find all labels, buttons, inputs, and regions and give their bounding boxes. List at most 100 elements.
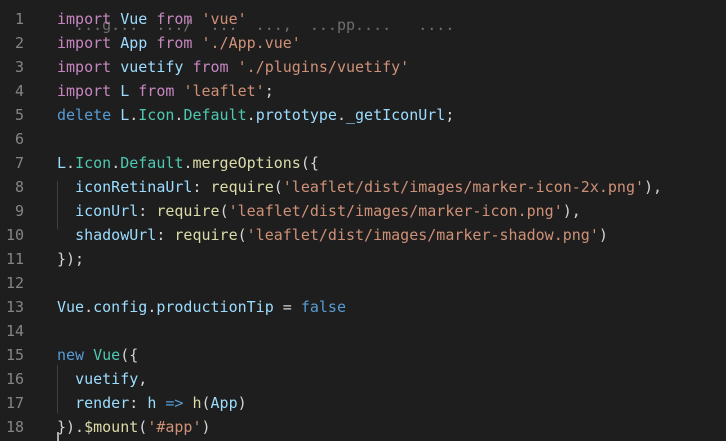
code-line[interactable]: 13 Vue.config.productionTip = false (0, 295, 726, 319)
code-token: ( (138, 418, 148, 436)
code-text[interactable]: Vue.config.productionTip = false (57, 295, 346, 319)
code-token: Icon (138, 106, 175, 124)
code-text[interactable]: import vuetify from './plugins/vuetify' (57, 55, 409, 79)
code-token: ; (264, 82, 274, 100)
line-number: 8 (14, 178, 24, 196)
code-text[interactable]: iconUrl: require('leaflet/dist/images/ma… (57, 199, 581, 223)
code-token: : (156, 226, 175, 244)
code-token: from (192, 58, 229, 76)
line-number: 17 (5, 394, 24, 412)
code-token: 'leaflet/dist/images/marker-shadow.png' (246, 226, 599, 244)
code-text[interactable]: delete L.Icon.Default.prototype._getIcon… (57, 103, 454, 127)
code-text[interactable]: }).$mount('#app') (57, 415, 211, 439)
text-cursor (57, 432, 59, 441)
line-number: 1 (14, 10, 24, 28)
line-number: 7 (14, 154, 24, 172)
code-text[interactable]: import App from './App.vue' (57, 31, 301, 55)
code-line[interactable]: 6 (0, 127, 726, 151)
code-line[interactable]: 5 delete L.Icon.Default.prototype._getIco… (0, 103, 726, 127)
code-token: ( (237, 226, 247, 244)
code-text[interactable]: vuetify, (57, 367, 147, 391)
code-text[interactable]: import Vue from 'vue' (57, 7, 247, 31)
code-token: require (174, 226, 238, 244)
code-token: delete (57, 106, 112, 124)
code-token: h (192, 394, 202, 412)
code-token: : (129, 394, 148, 412)
code-token: import (57, 10, 112, 28)
code-token: . (147, 298, 157, 316)
code-token: ) (237, 394, 247, 412)
line-number: 5 (14, 106, 24, 124)
code-token: ), (562, 202, 581, 220)
code-token: h (147, 394, 157, 412)
code-token: 'leaflet/dist/images/marker-icon.png' (228, 202, 563, 220)
code-text[interactable]: iconRetinaUrl: require('leaflet/dist/ima… (57, 175, 662, 199)
code-token: shadowUrl (75, 226, 157, 244)
code-line[interactable]: 14 (0, 319, 726, 343)
code-token: from (138, 82, 175, 100)
code-token: iconRetinaUrl (75, 178, 193, 196)
code-line[interactable]: 10 shadowUrl: require('leaflet/dist/imag… (0, 223, 726, 247)
code-token: }); (57, 250, 85, 268)
code-token: require (210, 178, 274, 196)
code-token: Vue (57, 298, 85, 316)
line-number: 16 (5, 370, 24, 388)
code-line[interactable]: 15 new Vue({ (0, 343, 726, 367)
line-number: 4 (14, 82, 24, 100)
code-token: App (210, 394, 238, 412)
code-line[interactable]: 16 vuetify, (0, 367, 726, 391)
code-token: import (57, 34, 112, 52)
code-token: ), (644, 178, 663, 196)
code-editor[interactable]: ...g... .../ ... ..., ...pp.... .... 1 im… (0, 0, 726, 441)
line-number: 3 (14, 58, 24, 76)
code-token: import (57, 82, 112, 100)
code-line[interactable]: 17 render: h => h(App) (0, 391, 726, 415)
code-text[interactable]: }); (57, 247, 84, 271)
indent-guide (57, 181, 58, 229)
code-line[interactable]: 7 L.Icon.Default.mergeOptions({ (0, 151, 726, 175)
line-number: 12 (5, 274, 24, 292)
code-token: from (156, 34, 193, 52)
code-text[interactable]: L.Icon.Default.mergeOptions({ (57, 151, 319, 175)
code-token: iconUrl (75, 202, 139, 220)
code-token: Default (183, 106, 247, 124)
code-text[interactable]: new Vue({ (57, 343, 138, 367)
code-token: . (246, 106, 256, 124)
code-line[interactable]: 9 iconUrl: require('leaflet/dist/images/… (0, 199, 726, 223)
code-token: _getIconUrl (346, 106, 446, 124)
indent-guide (57, 365, 58, 413)
code-line[interactable]: 2 import App from './App.vue' (0, 31, 726, 55)
code-token: ) (201, 418, 211, 436)
line-number: 2 (14, 34, 24, 52)
code-token: Icon (75, 154, 112, 172)
code-token: 'vue' (201, 10, 247, 28)
code-line[interactable]: 3 import vuetify from './plugins/vuetify' (0, 55, 726, 79)
code-token: $mount (84, 418, 139, 436)
line-number: 18 (5, 418, 24, 436)
line-number: 15 (5, 346, 24, 364)
code-token: . (111, 154, 121, 172)
code-text[interactable]: render: h => h(App) (57, 391, 247, 415)
code-line[interactable]: 8 iconRetinaUrl: require('leaflet/dist/i… (0, 175, 726, 199)
code-token: }). (57, 418, 85, 436)
code-text[interactable]: shadowUrl: require('leaflet/dist/images/… (57, 223, 608, 247)
code-line[interactable]: 4 import L from 'leaflet'; (0, 79, 726, 103)
code-token: mergeOptions (192, 154, 301, 172)
code-line[interactable]: 12 (0, 271, 726, 295)
code-token: L (120, 82, 130, 100)
code-line[interactable]: 11}); (0, 247, 726, 271)
code-token: './plugins/vuetify' (237, 58, 410, 76)
code-token: Vue (120, 10, 148, 28)
line-number: 10 (5, 226, 24, 244)
code-line[interactable]: 1 import Vue from 'vue' (0, 7, 726, 31)
line-number: 9 (14, 202, 24, 220)
code-line[interactable]: 18}).$mount('#app') (0, 415, 726, 439)
code-token: . (66, 154, 76, 172)
code-text[interactable]: import L from 'leaflet'; (57, 79, 274, 103)
code-token: '#app' (147, 418, 202, 436)
